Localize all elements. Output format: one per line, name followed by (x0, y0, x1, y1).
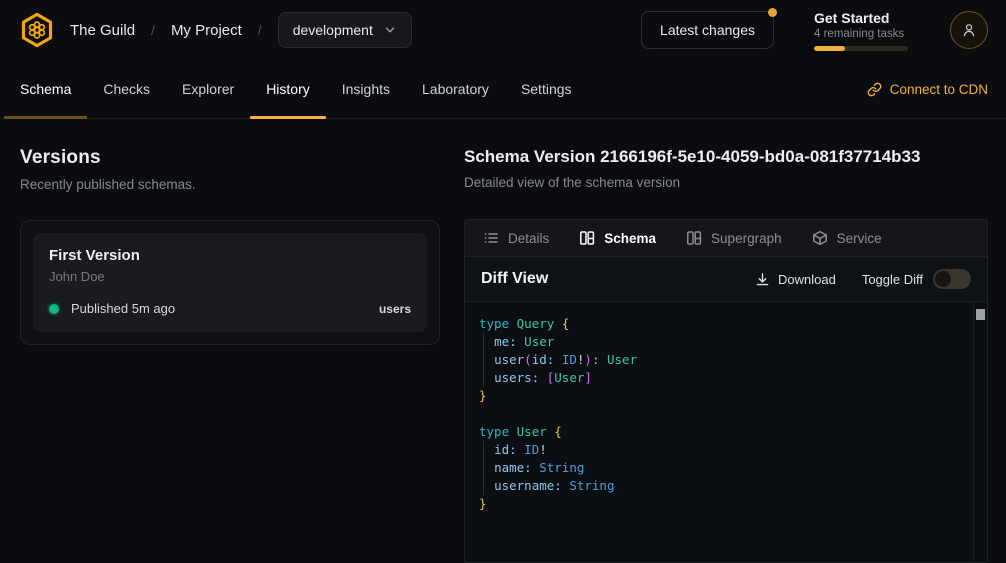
code-line: username: String (479, 477, 963, 495)
schema-version-title: Schema Version 2166196f-5e10-4059-bd0a-0… (464, 147, 988, 167)
code-line: me: User (479, 333, 963, 351)
versions-subtitle: Recently published schemas. (20, 177, 440, 192)
diff-actions: Download Toggle Diff (755, 269, 971, 289)
tab-label: Service (837, 231, 882, 246)
code-line: id: ID! (479, 441, 963, 459)
indent-guide (483, 333, 484, 387)
list-icon (483, 230, 499, 246)
code-line: } (479, 495, 963, 513)
version-service-badge: users (379, 302, 411, 316)
code-line: name: String (479, 459, 963, 477)
link-icon (867, 82, 882, 97)
tab-underline (4, 116, 87, 119)
schema-code-area: type Query { me: User user(id: ID!): Use… (465, 302, 987, 562)
versions-panel: Versions Recently published schemas. Fir… (0, 119, 464, 563)
version-list-item[interactable]: First Version John Doe Published 5m ago … (20, 220, 440, 345)
breadcrumb-separator: / (149, 22, 157, 38)
code-line (479, 405, 963, 423)
diff-view-header: Diff View Download Toggle Diff (465, 257, 987, 302)
chevron-down-icon (383, 23, 397, 37)
columns-icon (686, 230, 702, 246)
get-started-progress-fill (814, 46, 845, 51)
code-line: type User { (479, 423, 963, 441)
columns-icon (579, 230, 595, 246)
toggle-diff-label: Toggle Diff (862, 272, 923, 287)
published-status-dot (49, 304, 59, 314)
latest-changes-label: Latest changes (660, 22, 755, 38)
nav-tab-checks[interactable]: Checks (87, 60, 166, 118)
version-name: First Version (49, 247, 411, 264)
download-button[interactable]: Download (755, 272, 836, 287)
latest-changes-button[interactable]: Latest changes (641, 11, 774, 49)
nav-tab-label: Schema (20, 81, 71, 97)
code-block: type Query { me: User user(id: ID!): Use… (465, 302, 987, 513)
diff-view-title: Diff View (481, 270, 548, 288)
main-nav: Schema Checks Explorer History Insights … (0, 60, 1006, 119)
hive-logo-icon[interactable] (18, 11, 56, 49)
user-avatar[interactable] (950, 11, 988, 49)
code-scrollbar-thumb[interactable] (976, 309, 985, 320)
nav-tab-settings[interactable]: Settings (505, 60, 588, 118)
breadcrumb-org[interactable]: The Guild (70, 22, 135, 39)
schema-version-subtitle: Detailed view of the schema version (464, 175, 988, 190)
schema-version-panel: Schema Version 2166196f-5e10-4059-bd0a-0… (464, 119, 1006, 563)
tab-label: Schema (604, 231, 656, 246)
person-icon (960, 21, 978, 39)
nav-tab-label: Settings (521, 81, 572, 97)
get-started-subtitle: 4 remaining tasks (814, 28, 914, 40)
tab-details[interactable]: Details (483, 230, 549, 246)
nav-tab-label: Laboratory (422, 81, 489, 97)
nav-tab-laboratory[interactable]: Laboratory (406, 60, 505, 118)
tab-service[interactable]: Service (812, 230, 882, 246)
get-started-widget[interactable]: Get Started 4 remaining tasks (814, 10, 914, 51)
nav-spacer (588, 60, 867, 118)
code-scrollbar (973, 302, 987, 562)
indent-guide (483, 441, 484, 495)
nav-tab-label: Explorer (182, 81, 234, 97)
nav-tab-schema[interactable]: Schema (4, 60, 87, 118)
top-bar: The Guild / My Project / development Lat… (0, 0, 1006, 60)
nav-tab-insights[interactable]: Insights (326, 60, 406, 118)
tab-underline (250, 116, 326, 119)
download-label: Download (778, 272, 836, 287)
box-icon (812, 230, 828, 246)
tab-label: Supergraph (711, 231, 782, 246)
code-line: type Query { (479, 315, 963, 333)
code-line: users: [User] (479, 369, 963, 387)
target-selector-value: development (293, 22, 373, 38)
breadcrumb-separator: / (256, 22, 264, 38)
notification-dot (768, 8, 777, 17)
main-content: Versions Recently published schemas. Fir… (0, 119, 1006, 563)
connect-to-cdn-button[interactable]: Connect to CDN (867, 82, 988, 97)
get-started-progressbar (814, 46, 908, 51)
breadcrumb-project[interactable]: My Project (171, 22, 242, 39)
schema-detail-box: Details Schema Supergr (464, 219, 988, 563)
version-meta-row: Published 5m ago users (49, 301, 411, 316)
versions-title: Versions (20, 147, 440, 169)
connect-to-cdn-label: Connect to CDN (890, 82, 988, 97)
nav-tab-label: Checks (103, 81, 150, 97)
schema-detail-tabs: Details Schema Supergr (465, 220, 987, 257)
version-author: John Doe (49, 269, 411, 284)
nav-tab-history[interactable]: History (250, 60, 326, 118)
tab-schema[interactable]: Schema (579, 230, 656, 246)
version-card: First Version John Doe Published 5m ago … (33, 233, 427, 332)
download-icon (755, 272, 770, 287)
tab-label: Details (508, 231, 549, 246)
target-selector-dropdown[interactable]: development (278, 12, 412, 48)
toggle-knob (935, 271, 951, 287)
get-started-title: Get Started (814, 10, 914, 26)
code-line: } (479, 387, 963, 405)
toggle-diff-switch[interactable] (933, 269, 971, 289)
nav-tab-explorer[interactable]: Explorer (166, 60, 250, 118)
tab-supergraph[interactable]: Supergraph (686, 230, 782, 246)
nav-tab-label: History (266, 81, 310, 97)
version-status: Published 5m ago (71, 301, 175, 316)
code-line: user(id: ID!): User (479, 351, 963, 369)
nav-tab-label: Insights (342, 81, 390, 97)
toggle-diff-group: Toggle Diff (862, 269, 971, 289)
